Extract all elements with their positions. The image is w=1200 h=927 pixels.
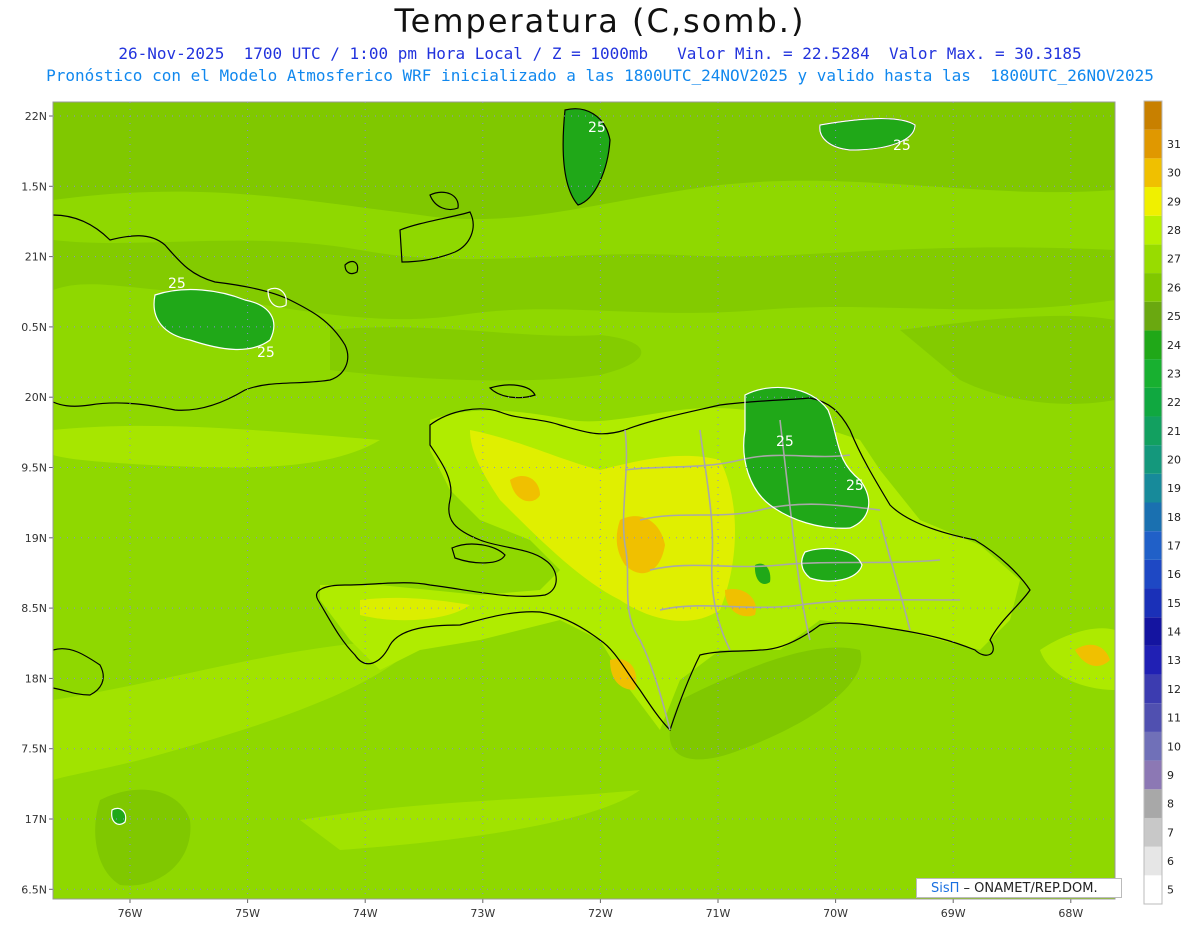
colorbar-label: 7 [1167,826,1174,839]
lat-tick-label: 1.5N [21,180,47,193]
lat-tick-label: 22N [25,110,47,123]
lat-tick-label: 6.5N [21,883,47,896]
colorbar-swatch [1144,301,1162,331]
colorbar-swatch [1144,817,1162,847]
colorbar-swatch [1144,674,1162,704]
lon-tick-label: 75W [235,907,260,920]
colorbar-label: 24 [1167,339,1181,352]
colorbar-label: 28 [1167,224,1181,237]
colorbar-label: 21 [1167,425,1181,438]
colorbar-label: 23 [1167,367,1181,380]
lat-tick-label: 9.5N [21,462,47,475]
lon-tick-label: 68W [1058,907,1083,920]
colorbar-label: 11 [1167,712,1181,725]
colorbar-swatch [1144,473,1162,503]
colorbar-swatch [1144,731,1162,761]
colorbar-swatch [1144,101,1162,130]
contour-label: 25 [776,434,794,450]
colorbar-swatch [1144,359,1162,388]
temperature-map: 25 25 25 25 25 25 76W 75W 74W 73W 72W 71W 70W 6… [21,100,1181,920]
colorbar-label: 16 [1167,568,1181,581]
contour-label: 25 [893,138,911,154]
colorbar-label: 20 [1167,453,1181,466]
colorbar-label: 31 [1167,138,1181,151]
lon-tick-label: 72W [588,907,613,920]
colorbar-swatch [1144,703,1162,732]
colorbar-swatch [1144,588,1162,618]
colorbar-swatch [1144,531,1162,560]
lon-tick-label: 76W [118,907,143,920]
colorbar-label: 30 [1167,167,1181,180]
colorbar-label: 13 [1167,654,1181,667]
lon-tick-label: 69W [941,907,966,920]
colorbar-swatch [1144,760,1162,790]
lon-tick-label: 70W [823,907,848,920]
colorbar-swatch [1144,158,1162,188]
colorbar-swatch [1144,559,1162,589]
colorbar-swatch [1144,244,1162,274]
colorbar: 5 6 7 8 9 10 11 12 13 14 15 16 17 18 19 20 21 22 23 24 25 26 2… [1143,100,1181,905]
lat-tick-label: 20N [25,391,47,404]
lat-tick-label: 7.5N [21,743,47,756]
colorbar-swatch [1144,273,1162,302]
colorbar-label: 5 [1167,884,1174,897]
colorbar-label: 26 [1167,281,1181,294]
lon-tick-label: 71W [706,907,731,920]
colorbar-label: 15 [1167,597,1181,610]
contour-label: 25 [168,276,186,292]
credit-box: SisΠ – ONAMET/REP.DOM. [916,878,1122,898]
colorbar-label: 18 [1167,511,1181,524]
colorbar-swatch [1144,789,1162,818]
colorbar-label: 14 [1167,626,1181,639]
lon-tick-label: 74W [353,907,378,920]
colorbar-swatch [1144,617,1162,646]
credit-text: – ONAMET/REP.DOM. [959,881,1098,896]
colorbar-swatch [1144,846,1162,876]
colorbar-swatch [1144,645,1162,675]
colorbar-label: 12 [1167,683,1181,696]
colorbar-label: 25 [1167,310,1181,323]
colorbar-swatch [1144,502,1162,532]
colorbar-swatch [1144,387,1162,417]
colorbar-label: 8 [1167,798,1174,811]
colorbar-swatch [1144,416,1162,446]
colorbar-label: 22 [1167,396,1181,409]
colorbar-swatch [1144,187,1162,216]
colorbar-swatch [1144,215,1162,245]
colorbar-label: 29 [1167,195,1181,208]
lat-tick-label: 18N [25,672,47,685]
colorbar-label: 27 [1167,253,1181,266]
lon-tick-label: 73W [470,907,495,920]
lat-tick-label: 17N [25,813,47,826]
lat-tick-label: 21N [25,251,47,264]
lat-tick-label: 19N [25,532,47,545]
credit-brand: SisΠ [931,881,960,896]
contour-label: 25 [588,120,606,136]
contour-label: 25 [257,345,275,361]
colorbar-swatch [1144,875,1162,904]
colorbar-label: 6 [1167,855,1174,868]
colorbar-label: 9 [1167,769,1174,782]
temperature-field [53,102,1115,899]
colorbar-swatch [1144,445,1162,474]
contour-label: 25 [846,478,864,494]
colorbar-label: 10 [1167,740,1181,753]
colorbar-label: 17 [1167,540,1181,553]
colorbar-label: 19 [1167,482,1181,495]
colorbar-swatch [1144,330,1162,360]
lat-tick-label: 8.5N [21,602,47,615]
colorbar-swatch [1144,129,1162,159]
lat-tick-label: 0.5N [21,321,47,334]
